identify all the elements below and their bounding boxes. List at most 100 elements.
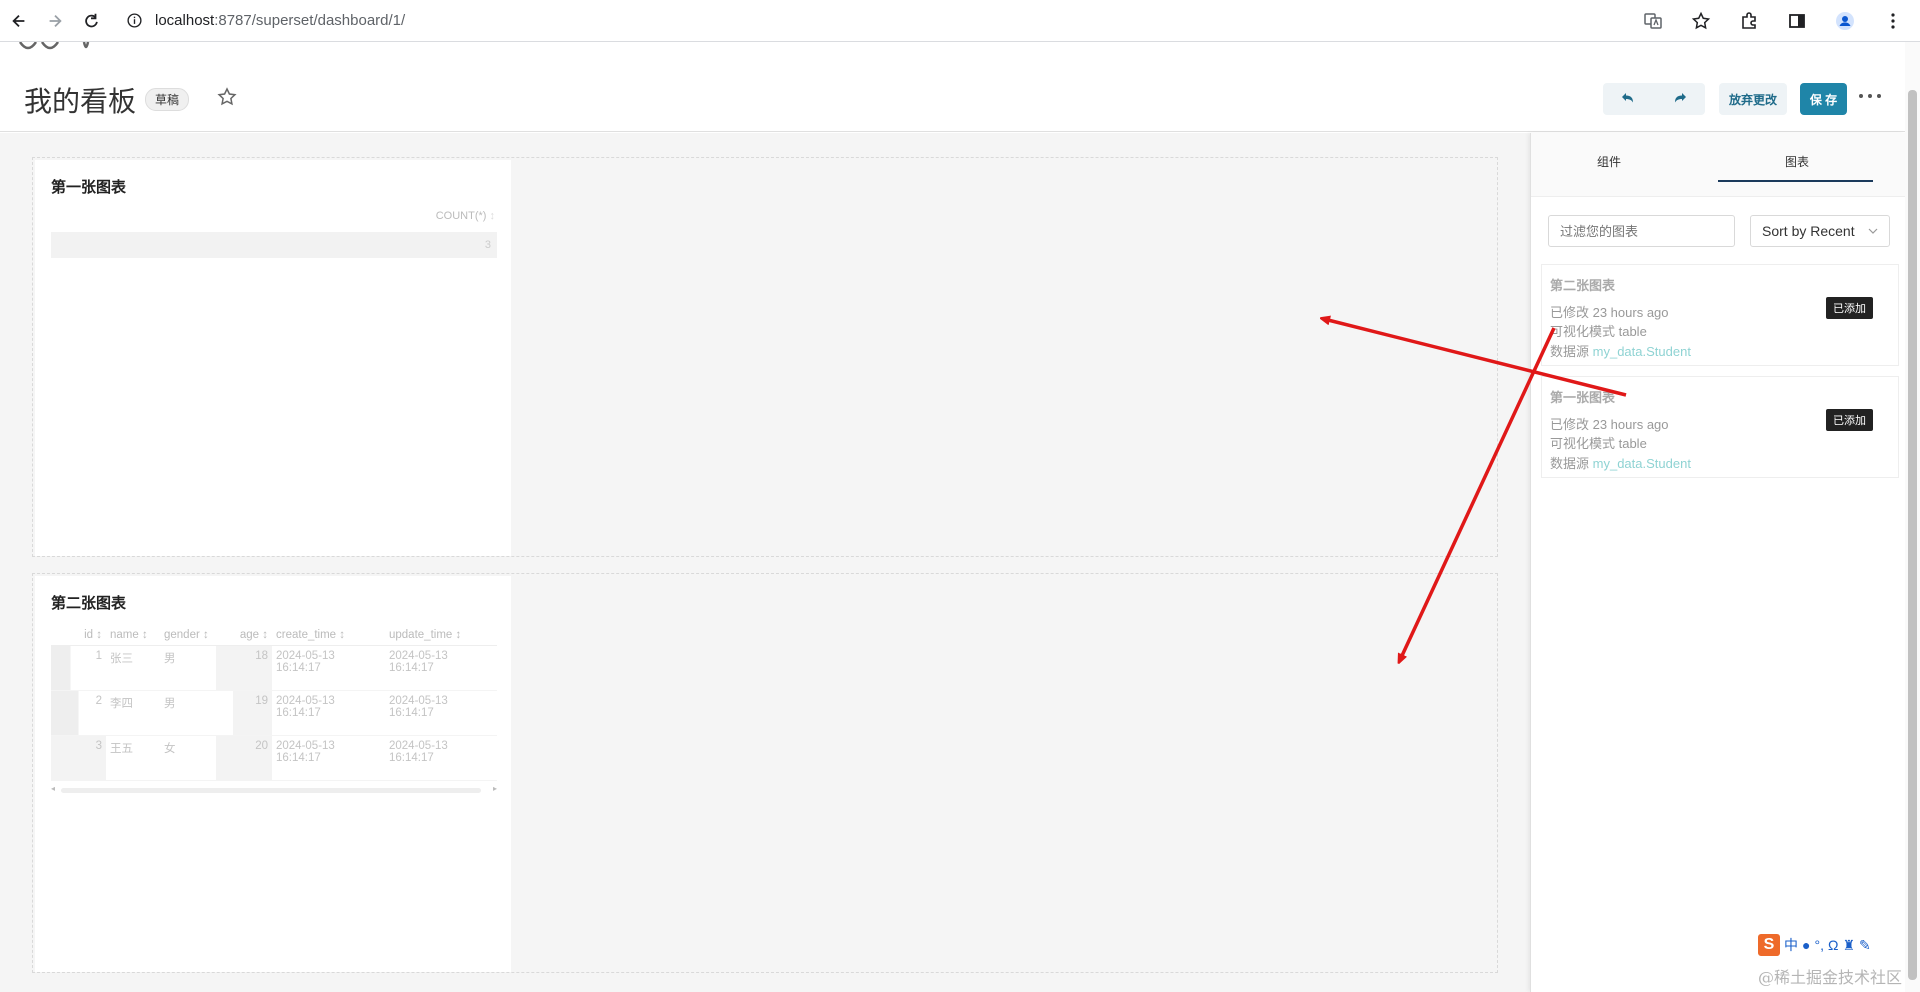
dashboard-title[interactable]: 我的看板: [24, 80, 136, 120]
url-path: :8787/superset/dashboard/1/: [214, 12, 406, 29]
cell-name: 李四: [110, 698, 133, 710]
cell-id: 1: [51, 646, 106, 690]
chart-list-item[interactable]: 第一张图表 已修改 23 hours ago 可视化模式 table 数据源 m…: [1541, 376, 1899, 478]
column-header-gender[interactable]: gender ↕: [160, 625, 216, 645]
redo-icon[interactable]: [1673, 91, 1689, 107]
superset-logo-icon[interactable]: [18, 42, 118, 50]
dashboard-header: 我的看板 草稿 放弃更改 保 存: [0, 42, 1920, 132]
chart-modified: 已修改 23 hours ago: [1550, 417, 1669, 432]
cell-name: 张三: [110, 653, 133, 665]
ime-skin-icon[interactable]: ♜: [1842, 937, 1855, 954]
discard-changes-button[interactable]: 放弃更改: [1719, 83, 1788, 115]
sort-select-value: Sort by Recent: [1762, 223, 1855, 239]
cell-age: 20: [216, 736, 272, 780]
cell-name: 王五: [110, 743, 133, 755]
added-badge: 已添加: [1826, 409, 1873, 431]
cell-gender: 男: [164, 698, 176, 710]
column-header-id[interactable]: id ↕: [51, 625, 106, 645]
dashboard-row: 第一张图表 COUNT(*) ↕ 3: [32, 157, 1498, 557]
tab-charts[interactable]: 图表: [1785, 153, 1809, 170]
chart-list-item[interactable]: 第二张图表 已修改 23 hours ago 可视化模式 table 数据源 m…: [1541, 264, 1899, 366]
datasource-link[interactable]: my_data.Student: [1593, 344, 1691, 359]
chart-title: 第二张图表: [51, 595, 127, 612]
cell-create-time: 2024-05-13 16:14:17: [276, 650, 335, 674]
watermark: @稀土掘金技术社区: [1757, 968, 1902, 987]
chart-list-item-title: 第二张图表: [1550, 278, 1616, 293]
scroll-right-icon[interactable]: ▸: [493, 784, 497, 793]
cell-update-time: 2024-05-13 16:14:17: [389, 650, 448, 674]
cell-age: 19: [216, 691, 272, 735]
horizontal-scrollbar[interactable]: ◂ ▸: [51, 784, 497, 795]
chart-datasource: 数据源 my_data.Student: [1550, 456, 1691, 471]
chart-card-second[interactable]: 第二张图表 id ↕ name ↕ gender ↕ age ↕ create_…: [35, 576, 511, 972]
column-header-update-time[interactable]: update_time ↕: [385, 625, 497, 645]
url-host: localhost: [155, 12, 215, 29]
cell-gender: 男: [164, 653, 176, 665]
forward-icon[interactable]: [38, 4, 72, 38]
page-scrollbar-thumb[interactable]: [1908, 90, 1917, 980]
chart-filter-input[interactable]: [1548, 215, 1735, 247]
cell-id: 2: [51, 691, 106, 735]
cell-gender: 女: [164, 743, 176, 755]
profile-avatar-icon[interactable]: [1828, 4, 1862, 38]
undo-redo-group: [1603, 83, 1705, 115]
scroll-left-icon[interactable]: ◂: [51, 784, 55, 793]
translate-icon[interactable]: [1636, 4, 1670, 38]
browser-toolbar: localhost:8787/superset/dashboard/1/: [0, 0, 1920, 42]
table-row: 2 李四 男 19 2024-05-13 16:14:17 2024-05-13…: [51, 691, 497, 736]
dashboard-canvas: 第一张图表 COUNT(*) ↕ 3 第二张图表 id ↕ name ↕ gen…: [0, 133, 1530, 992]
chart-card-first[interactable]: 第一张图表 COUNT(*) ↕ 3: [35, 160, 511, 556]
cell-update-time: 2024-05-13 16:14:17: [389, 740, 448, 764]
table-row: 3: [51, 232, 497, 258]
cell-id: 3: [51, 736, 106, 780]
column-header-age[interactable]: age ↕: [216, 625, 272, 645]
ime-omega-icon[interactable]: Ω: [1828, 937, 1838, 953]
cell-age: 18: [216, 646, 272, 690]
active-tab-indicator: [1718, 180, 1873, 182]
site-info-icon[interactable]: [126, 12, 143, 29]
sort-select[interactable]: Sort by Recent: [1750, 215, 1890, 247]
added-badge: 已添加: [1826, 297, 1873, 319]
sogou-logo-icon[interactable]: S: [1758, 934, 1780, 956]
data-table: id ↕ name ↕ gender ↕ age ↕ create_time ↕…: [51, 624, 497, 781]
column-header-name[interactable]: name ↕: [106, 625, 160, 645]
address-bar[interactable]: localhost:8787/superset/dashboard/1/: [126, 12, 405, 29]
browser-menu-icon[interactable]: [1876, 4, 1910, 38]
extensions-icon[interactable]: [1732, 4, 1766, 38]
table-header: id ↕ name ↕ gender ↕ age ↕ create_time ↕…: [51, 624, 497, 646]
ime-mode-label[interactable]: 中: [1784, 935, 1798, 955]
chevron-down-icon: [1868, 228, 1878, 234]
panel-tabs: 组件 图表: [1531, 133, 1906, 197]
datasource-link[interactable]: my_data.Student: [1593, 456, 1691, 471]
chart-viz-type: 可视化模式 table: [1550, 324, 1647, 339]
ime-toolbar[interactable]: S 中 ● °, Ω ♜ ✎: [1758, 934, 1871, 956]
save-button[interactable]: 保 存: [1800, 83, 1847, 115]
builder-side-panel: 组件 图表 Sort by Recent 第二张图表 已修改 23 hours …: [1530, 133, 1906, 992]
bookmark-star-icon[interactable]: [1684, 4, 1718, 38]
chart-viz-type: 可视化模式 table: [1550, 436, 1647, 451]
table-row: 1 张三 男 18 2024-05-13 16:14:17 2024-05-13…: [51, 646, 497, 691]
column-header-count[interactable]: COUNT(*) ↕: [436, 210, 495, 222]
chart-modified: 已修改 23 hours ago: [1550, 305, 1669, 320]
ime-dot-icon[interactable]: ●: [1802, 937, 1810, 953]
cell-update-time: 2024-05-13 16:14:17: [389, 695, 448, 719]
scrollbar-thumb[interactable]: [61, 788, 481, 793]
chart-title: 第一张图表: [51, 179, 127, 196]
undo-icon[interactable]: [1619, 91, 1635, 107]
dashboard-row: 第二张图表 id ↕ name ↕ gender ↕ age ↕ create_…: [32, 573, 1498, 973]
more-options-icon[interactable]: [1859, 86, 1881, 106]
back-icon[interactable]: [2, 4, 36, 38]
column-header-create-time[interactable]: create_time ↕: [272, 625, 385, 645]
tab-components[interactable]: 组件: [1597, 153, 1621, 170]
chart-datasource: 数据源 my_data.Student: [1550, 344, 1691, 359]
favorite-star-icon[interactable]: [216, 86, 238, 108]
count-value: 3: [484, 239, 491, 251]
side-panel-icon[interactable]: [1780, 4, 1814, 38]
table-row: 3 王五 女 20 2024-05-13 16:14:17 2024-05-13…: [51, 736, 497, 781]
ime-settings-icon[interactable]: ✎: [1859, 937, 1871, 954]
cell-create-time: 2024-05-13 16:14:17: [276, 740, 335, 764]
reload-icon[interactable]: [74, 4, 108, 38]
ime-punctuation-icon[interactable]: °,: [1814, 937, 1824, 953]
draft-badge: 草稿: [145, 88, 190, 111]
cell-create-time: 2024-05-13 16:14:17: [276, 695, 335, 719]
